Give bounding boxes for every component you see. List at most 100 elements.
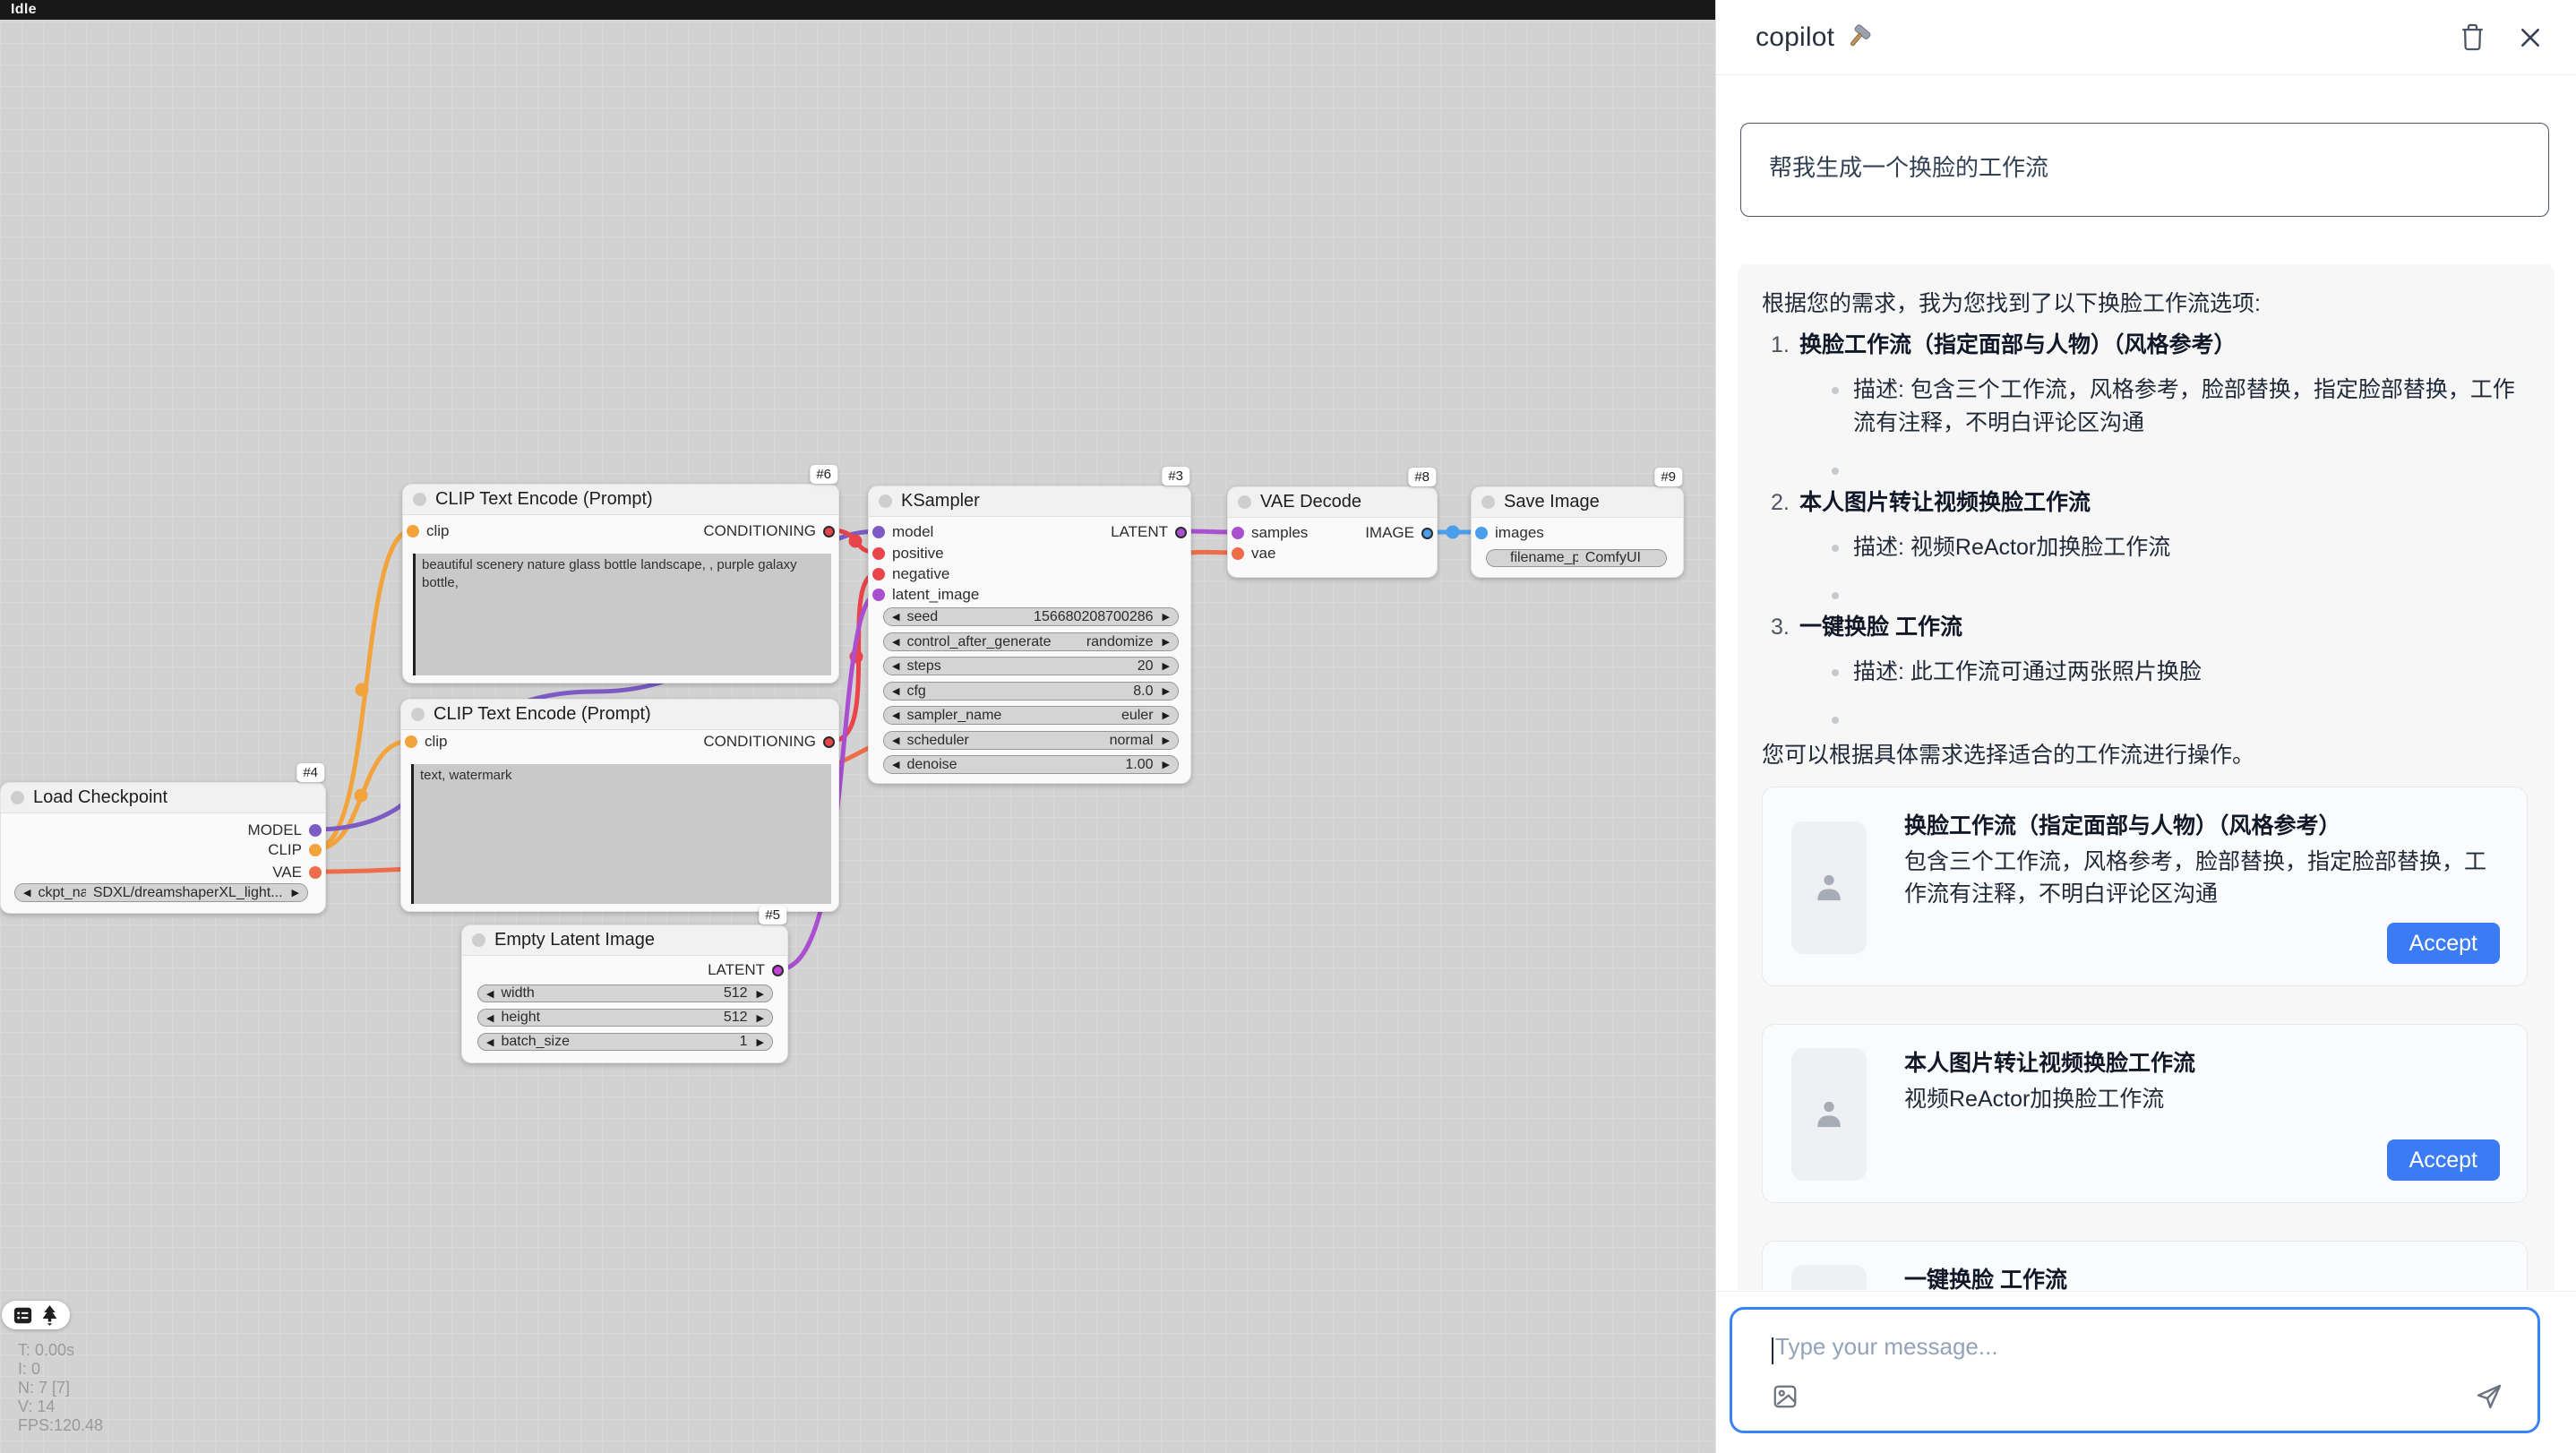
- node-load-checkpoint[interactable]: Load Checkpoint MODEL CLIP VAE ◀ckpt_nameSDX…: [0, 782, 326, 914]
- increment-arrow-icon[interactable]: ▶: [1163, 709, 1170, 721]
- port-input-images[interactable]: images: [1475, 524, 1544, 542]
- output-dot-LATENT[interactable]: [772, 965, 784, 976]
- widget-sampler_name[interactable]: ◀sampler_nameeuler▶: [883, 706, 1179, 725]
- node-header-load-checkpoint[interactable]: Load Checkpoint: [1, 783, 325, 813]
- port-input-samples[interactable]: samples: [1232, 524, 1308, 542]
- node-collapse-dot[interactable]: [1238, 495, 1251, 509]
- prompt-textarea[interactable]: text, watermark: [411, 764, 831, 904]
- node-collapse-dot[interactable]: [11, 791, 24, 804]
- decrement-arrow-icon[interactable]: ◀: [892, 685, 899, 697]
- node-collapse-dot[interactable]: [413, 493, 426, 506]
- increment-arrow-icon[interactable]: ▶: [757, 1036, 764, 1048]
- port-output-MODEL[interactable]: MODEL: [248, 821, 322, 839]
- input-dot-clip[interactable]: [405, 735, 417, 748]
- increment-arrow-icon[interactable]: ▶: [292, 887, 299, 898]
- widget-denoise[interactable]: ◀denoise1.00▶: [883, 755, 1179, 774]
- port-output-VAE[interactable]: VAE: [272, 864, 322, 881]
- port-output-LATENT[interactable]: LATENT: [708, 961, 784, 979]
- node-clip-text-encode-positive[interactable]: CLIP Text Encode (Prompt) clip CONDITIONIN…: [402, 484, 839, 684]
- node-header-save-image[interactable]: Save Image: [1472, 487, 1683, 518]
- decrement-arrow-icon[interactable]: ◀: [892, 660, 899, 672]
- port-input-model[interactable]: model: [872, 523, 933, 541]
- node-empty-latent-image[interactable]: Empty Latent Image LATENT ◀width512▶ ◀heigh…: [461, 924, 788, 1063]
- widget-control_after_generate[interactable]: ◀control_after_generaterandomize▶: [883, 632, 1179, 651]
- workflow-list-icon[interactable]: [13, 1306, 32, 1325]
- message-input[interactable]: Type your message...: [1730, 1307, 2540, 1433]
- increment-arrow-icon[interactable]: ▶: [1163, 685, 1170, 697]
- accept-button[interactable]: Accept: [2387, 923, 2500, 964]
- widget-filename_prefix[interactable]: filename_prefixComfyUI: [1486, 549, 1667, 567]
- input-dot-negative[interactable]: [872, 568, 885, 580]
- input-dot-images[interactable]: [1475, 527, 1488, 539]
- wire-dot[interactable]: [1447, 526, 1460, 539]
- close-panel-icon[interactable]: [2519, 26, 2542, 49]
- clear-chat-trash-icon[interactable]: [2460, 23, 2485, 51]
- input-dot-samples[interactable]: [1232, 527, 1244, 539]
- node-collapse-dot[interactable]: [411, 708, 425, 721]
- port-input-clip[interactable]: clip: [407, 522, 450, 540]
- increment-arrow-icon[interactable]: ▶: [757, 988, 764, 1000]
- decrement-arrow-icon[interactable]: ◀: [892, 735, 899, 746]
- node-header-ksampler[interactable]: KSampler: [869, 486, 1190, 517]
- port-input-positive[interactable]: positive: [872, 545, 944, 563]
- wire-dot[interactable]: [849, 535, 863, 548]
- node-header-clip-text-encode-positive[interactable]: CLIP Text Encode (Prompt): [403, 485, 838, 515]
- widget-seed[interactable]: ◀seed156680208700286▶: [883, 607, 1179, 626]
- widget-steps[interactable]: ◀steps20▶: [883, 657, 1179, 675]
- node-collapse-dot[interactable]: [879, 494, 892, 508]
- node-ksampler[interactable]: KSampler model positive negative latent_imag…: [868, 486, 1191, 784]
- port-output-LATENT[interactable]: LATENT: [1111, 523, 1187, 541]
- accept-button[interactable]: Accept: [2387, 1139, 2500, 1181]
- input-dot-clip[interactable]: [407, 525, 419, 537]
- increment-arrow-icon[interactable]: ▶: [1163, 636, 1170, 648]
- chat-scroll-area[interactable]: 帮我生成一个换脸的工作流 根据您的需求，我为您找到了以下换脸工作流选项: 1.换…: [1716, 76, 2576, 1290]
- increment-arrow-icon[interactable]: ▶: [757, 1012, 764, 1024]
- input-dot-latent_image[interactable]: [872, 589, 885, 601]
- widget-ckpt_name[interactable]: ◀ckpt_nameSDXL/dreamshaperXL_light...▶: [14, 883, 308, 902]
- node-canvas[interactable]: Load Checkpoint MODEL CLIP VAE ◀ckpt_nameSDX…: [0, 0, 1715, 1453]
- output-dot-MODEL[interactable]: [309, 824, 322, 837]
- output-dot-VAE[interactable]: [309, 866, 322, 879]
- widget-scheduler[interactable]: ◀schedulernormal▶: [883, 731, 1179, 750]
- port-output-IMAGE[interactable]: IMAGE: [1365, 524, 1433, 542]
- prompt-textarea[interactable]: beautiful scenery nature glass bottle la…: [413, 554, 831, 675]
- decrement-arrow-icon[interactable]: ◀: [486, 988, 494, 1000]
- node-collapse-dot[interactable]: [1481, 495, 1495, 509]
- output-dot-IMAGE[interactable]: [1421, 528, 1433, 539]
- node-vae-decode[interactable]: VAE Decode samples vae IMAGE: [1227, 486, 1438, 578]
- port-input-negative[interactable]: negative: [872, 565, 949, 583]
- decrement-arrow-icon[interactable]: ◀: [486, 1036, 494, 1048]
- port-input-clip[interactable]: clip: [405, 733, 448, 751]
- port-input-latent_image[interactable]: latent_image: [872, 586, 979, 604]
- widget-batch_size[interactable]: ◀batch_size1▶: [477, 1033, 773, 1051]
- input-dot-vae[interactable]: [1232, 547, 1244, 560]
- node-clip-text-encode-negative[interactable]: CLIP Text Encode (Prompt) clip CONDITIONIN…: [400, 699, 839, 912]
- node-tree-icon[interactable]: [40, 1305, 59, 1326]
- node-header-vae-decode[interactable]: VAE Decode: [1228, 487, 1437, 518]
- increment-arrow-icon[interactable]: ▶: [1163, 735, 1170, 746]
- port-output-CLIP[interactable]: CLIP: [268, 841, 322, 859]
- port-output-CONDITIONING[interactable]: CONDITIONING: [703, 522, 835, 540]
- widget-height[interactable]: ◀height512▶: [477, 1009, 773, 1027]
- node-header-empty-latent-image[interactable]: Empty Latent Image: [462, 925, 787, 956]
- input-dot-model[interactable]: [872, 526, 885, 538]
- wire-dot[interactable]: [355, 789, 368, 803]
- output-dot-CONDITIONING[interactable]: [823, 736, 835, 748]
- port-output-CONDITIONING[interactable]: CONDITIONING: [703, 733, 835, 751]
- node-header-clip-text-encode-negative[interactable]: CLIP Text Encode (Prompt): [401, 700, 838, 730]
- decrement-arrow-icon[interactable]: ◀: [486, 1012, 494, 1024]
- decrement-arrow-icon[interactable]: ◀: [892, 636, 899, 648]
- canvas-toolbar[interactable]: [2, 1301, 70, 1329]
- increment-arrow-icon[interactable]: ▶: [1163, 611, 1170, 623]
- increment-arrow-icon[interactable]: ▶: [1163, 660, 1170, 672]
- widget-width[interactable]: ◀width512▶: [477, 984, 773, 1002]
- node-collapse-dot[interactable]: [472, 933, 485, 947]
- increment-arrow-icon[interactable]: ▶: [1163, 759, 1170, 770]
- node-save-image[interactable]: Save Image images filename_prefixComfyUI: [1471, 486, 1684, 578]
- output-dot-CLIP[interactable]: [309, 844, 322, 856]
- port-input-vae[interactable]: vae: [1232, 545, 1275, 563]
- decrement-arrow-icon[interactable]: ◀: [892, 611, 899, 623]
- output-dot-LATENT[interactable]: [1175, 527, 1187, 538]
- input-dot-positive[interactable]: [872, 547, 885, 560]
- output-dot-CONDITIONING[interactable]: [823, 526, 835, 537]
